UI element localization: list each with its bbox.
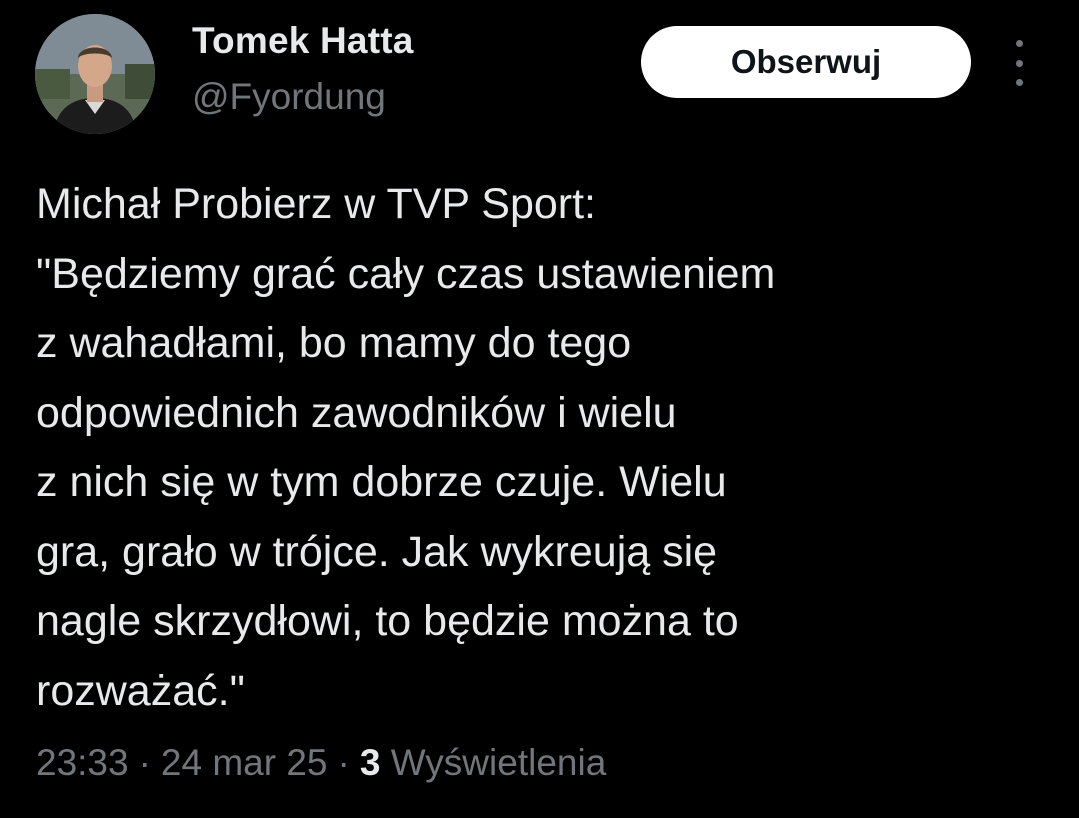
author-handle[interactable]: @Fyordung [192, 76, 386, 118]
meta-separator: · [337, 742, 350, 783]
tweet-meta: 23:33 · 24 mar 25 · 3 Wyświetlenia [36, 742, 606, 784]
tweet-line: Michał Probierz w TVP Sport: [36, 180, 597, 228]
tweet-line: z nich się w tym dobrze czuje. Wielu [36, 458, 727, 506]
views-label: Wyświetlenia [390, 742, 607, 783]
more-dot [1015, 40, 1023, 47]
avatar[interactable] [35, 14, 155, 134]
tweet-line: gra, grało w trójce. Jak wykreują się [36, 527, 718, 576]
tweet-date[interactable]: 24 mar 25 [161, 742, 328, 783]
tweet-line: z wahadłami, bo mamy do tego [36, 319, 632, 367]
tweet-line: nagle skrzydłowi, to będzie można to [36, 597, 739, 645]
follow-button[interactable]: Obserwuj [641, 26, 971, 98]
tweet-line: odpowiednich zawodników i wielu [36, 388, 677, 437]
tweet-time[interactable]: 23:33 [36, 742, 129, 783]
views-count: 3 [359, 742, 381, 783]
more-dot [1015, 79, 1023, 86]
meta-separator: · [138, 742, 151, 783]
more-vertical-icon[interactable] [1006, 40, 1032, 86]
avatar-photo [35, 14, 155, 134]
author-name[interactable]: Tomek Hatta [192, 20, 414, 62]
tweet-text: Michał Probierz w TVP Sport: "Będziemy g… [36, 170, 1046, 726]
tweet-line: "Będziemy grać cały czas ustawieniem [36, 249, 776, 298]
tweet-line: rozważać." [36, 666, 245, 715]
more-dot [1015, 59, 1023, 67]
